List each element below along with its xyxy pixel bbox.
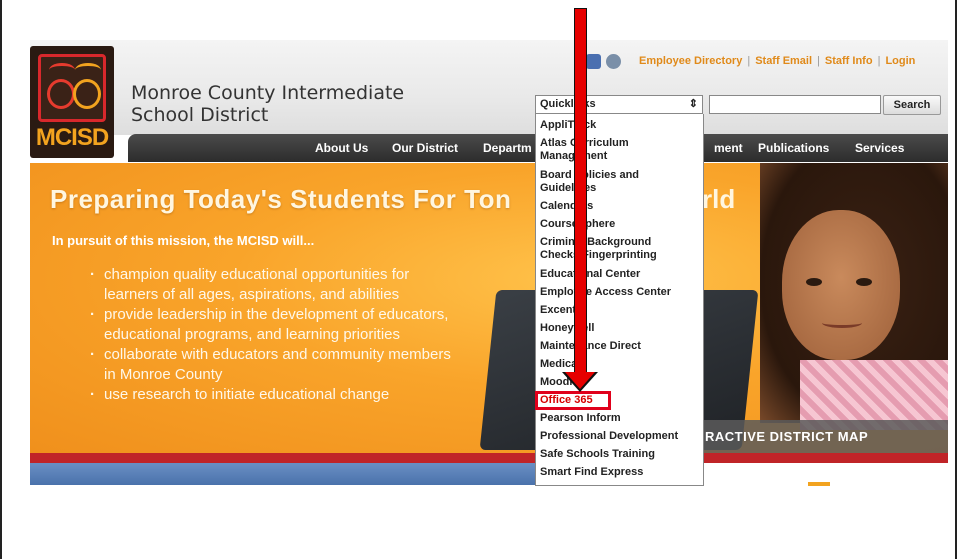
- district-name-line2: School District: [131, 104, 269, 126]
- blue-content-bar: [30, 463, 535, 485]
- link-separator: |: [747, 55, 751, 67]
- nav-employment[interactable]: ment: [714, 141, 743, 155]
- login-link[interactable]: Login: [885, 55, 915, 67]
- dropdown-item-board-policies[interactable]: Board Policies and Guidelines: [540, 169, 660, 195]
- nav-about-us[interactable]: About Us: [315, 141, 368, 155]
- nav-publications[interactable]: Publications: [758, 141, 829, 155]
- nav-our-district[interactable]: Our District: [392, 141, 458, 155]
- dropdown-item-smart-find[interactable]: Smart Find Express: [540, 466, 643, 479]
- logo-faces-graphic: [38, 54, 106, 122]
- dropdown-item-educational-center[interactable]: Educational Center: [540, 268, 640, 281]
- hero-subtitle: In pursuit of this mission, the MCISD wi…: [52, 233, 315, 248]
- staff-email-link[interactable]: Staff Email: [755, 55, 812, 67]
- quicklinks-label: Quicklinks: [540, 98, 596, 110]
- mission-item: collaborate with educators and community…: [88, 345, 458, 385]
- dropdown-item-pearson-inform[interactable]: Pearson Inform: [540, 412, 621, 425]
- dropdown-item-atlas[interactable]: Atlas Curriculum Management: [540, 137, 690, 163]
- hero-title: Preparing Today's Students For Ton: [50, 184, 512, 214]
- logo-face-left: [47, 79, 75, 109]
- dropdown-item-applitrack[interactable]: AppliTrack: [540, 119, 596, 132]
- quicklinks-select[interactable]: Quicklinks ⇕: [535, 95, 703, 114]
- district-name[interactable]: Monroe County Intermediate School Distri…: [131, 82, 451, 126]
- utility-links: Employee Directory | Staff Email | Staff…: [586, 51, 915, 71]
- logo-hair-right: [75, 63, 101, 77]
- student-smile: [822, 318, 862, 328]
- nav-services[interactable]: Services: [855, 141, 904, 155]
- student-eye-right: [856, 278, 872, 286]
- dropdown-item-criminal-background[interactable]: Criminal Background Checks/Fingerprintin…: [540, 236, 680, 262]
- nav-departments[interactable]: Departm: [483, 141, 532, 155]
- student-face: [782, 210, 900, 360]
- dropdown-item-employee-access[interactable]: Employee Access Center: [540, 286, 671, 299]
- search-button[interactable]: Search: [883, 95, 941, 115]
- dropdown-item-maintenance-direct[interactable]: Maintenance Direct: [540, 340, 641, 353]
- logo-abbreviation: MCISD: [35, 124, 109, 151]
- logo-hair-left: [49, 63, 75, 77]
- student-eye-left: [806, 278, 822, 286]
- link-separator: |: [877, 55, 881, 67]
- red-divider: [30, 453, 948, 463]
- staff-info-link[interactable]: Staff Info: [825, 55, 873, 67]
- annotation-arrow-head-fill: [565, 372, 595, 389]
- search-input[interactable]: [709, 95, 881, 114]
- quicklinks-dropdown: AppliTrack Atlas Curriculum Management B…: [535, 114, 704, 486]
- district-name-line1: Monroe County Intermediate: [131, 82, 405, 104]
- dropdown-item-excent[interactable]: Excent: [540, 304, 576, 317]
- interactive-map-label[interactable]: RACTIVE DISTRICT MAP: [705, 429, 868, 444]
- hero-title-end: rld: [702, 184, 736, 214]
- globe-icon[interactable]: [606, 53, 621, 69]
- apps-grid-icon[interactable]: [586, 53, 601, 69]
- select-updown-arrow-icon: ⇕: [688, 98, 698, 110]
- dropdown-item-professional-development[interactable]: Professional Development: [540, 430, 678, 443]
- employee-directory-link[interactable]: Employee Directory: [639, 55, 742, 67]
- annotation-arrow-shaft: [574, 8, 587, 373]
- mission-item: provide leadership in the development of…: [88, 305, 458, 345]
- mission-list: champion quality educational opportuniti…: [88, 265, 458, 405]
- mission-item: use research to initiate educational cha…: [88, 385, 458, 405]
- mission-item: champion quality educational opportuniti…: [88, 265, 458, 305]
- office-365-highlight-box: [535, 391, 611, 410]
- orange-accent-dash: [808, 482, 830, 486]
- dropdown-item-safe-schools[interactable]: Safe Schools Training: [540, 448, 655, 461]
- link-separator: |: [817, 55, 820, 67]
- logo-face-right: [73, 79, 101, 109]
- mcisd-logo[interactable]: MCISD: [30, 46, 114, 158]
